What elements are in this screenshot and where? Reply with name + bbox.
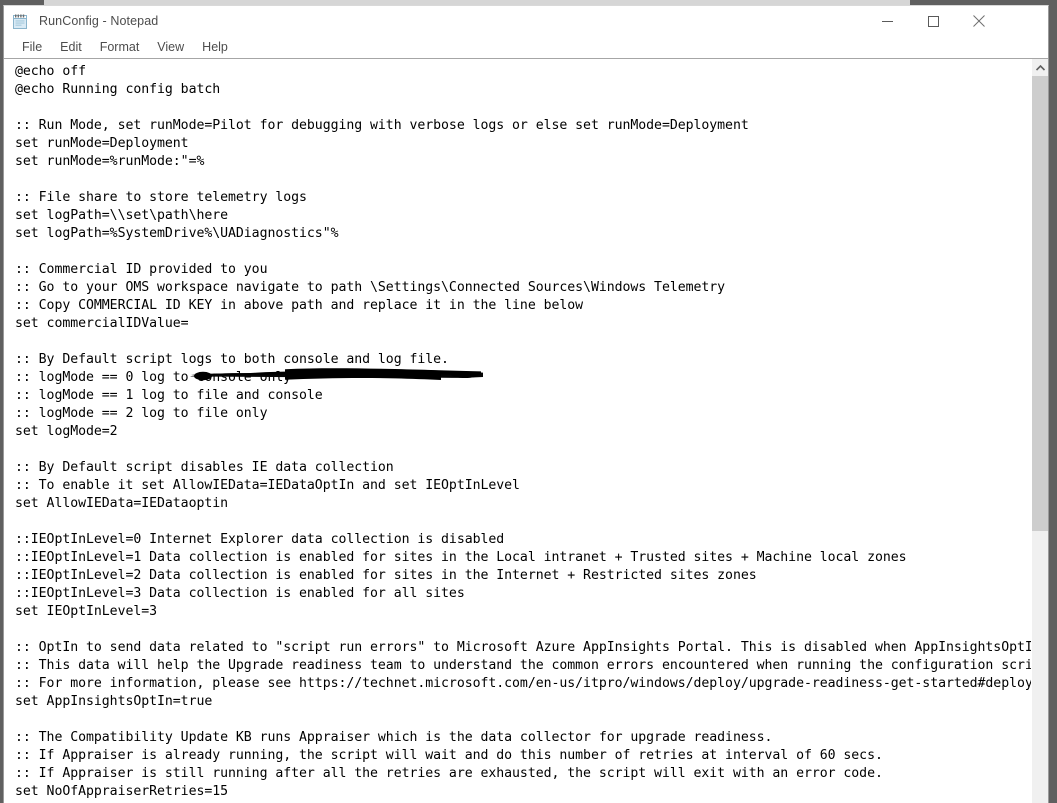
menu-item-format[interactable]: Format [91,36,149,58]
menu-item-help[interactable]: Help [193,36,237,58]
title-bar[interactable]: RunConfig - Notepad [4,6,1048,36]
menu-item-edit[interactable]: Edit [51,36,91,58]
window-title: RunConfig - Notepad [39,14,159,28]
notepad-window: RunConfig - Notepad File Edit Format Vie… [3,5,1049,803]
maximize-button[interactable] [910,6,956,36]
scrollbar-thumb[interactable] [1032,76,1048,531]
minimize-button[interactable] [864,6,910,36]
maximize-icon [927,15,939,27]
close-icon [973,15,985,27]
editor-area: @echo off @echo Running config batch :: … [4,58,1048,803]
editor-text[interactable]: @echo off @echo Running config batch :: … [4,59,1031,801]
chevron-up-icon [1035,64,1045,71]
menu-item-file[interactable]: File [13,36,51,58]
scroll-up-button[interactable] [1032,59,1048,76]
close-button[interactable] [956,6,1002,36]
minimize-icon [881,20,893,22]
notepad-icon [12,13,29,30]
vertical-scrollbar[interactable] [1031,59,1048,803]
menu-bar: File Edit Format View Help [4,36,1048,58]
menu-item-view[interactable]: View [148,36,193,58]
text-viewport[interactable]: @echo off @echo Running config batch :: … [4,59,1031,803]
